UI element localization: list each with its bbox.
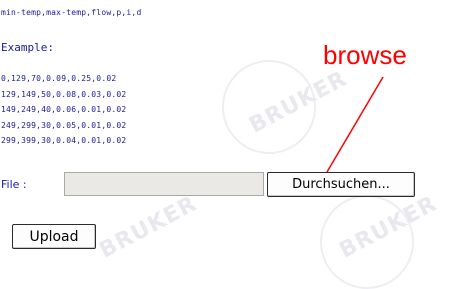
annotation-arrow — [326, 76, 384, 173]
